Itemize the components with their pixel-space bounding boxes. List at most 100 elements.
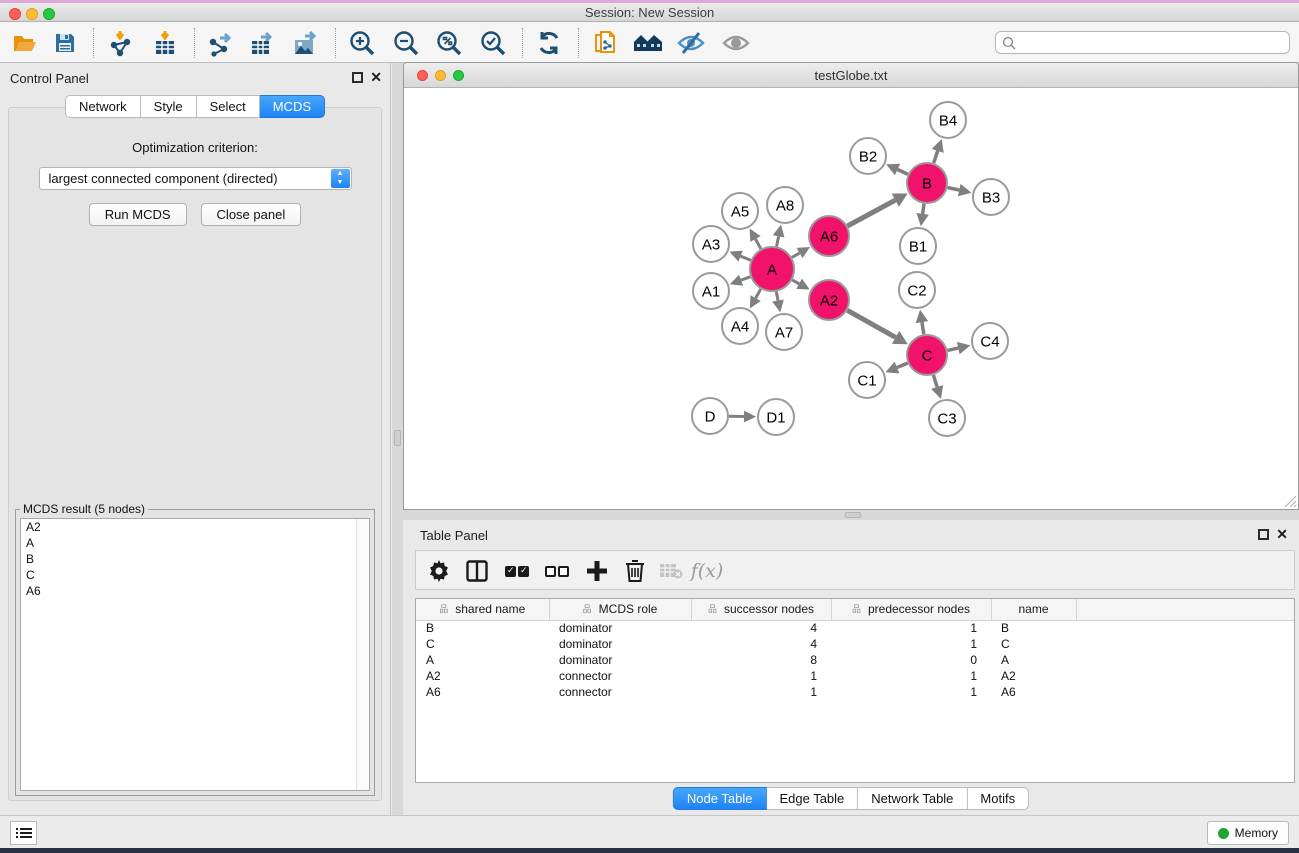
table-cell[interactable]: B (416, 620, 549, 636)
home-views-icon[interactable] (633, 28, 663, 58)
close-window-button[interactable] (9, 8, 21, 20)
table-cell[interactable]: connector (549, 668, 691, 684)
table-cell[interactable]: dominator (549, 636, 691, 652)
memory-button[interactable]: Memory (1207, 821, 1289, 845)
edge-A-A4[interactable] (756, 289, 761, 298)
save-session-icon[interactable] (50, 28, 80, 58)
delete-column-icon[interactable] (620, 556, 650, 586)
task-history-button[interactable] (10, 821, 37, 845)
refresh-layout-icon[interactable] (534, 28, 564, 58)
table-tab-node-table[interactable]: Node Table (673, 787, 767, 810)
import-table-icon[interactable] (150, 28, 180, 58)
zoom-window-button[interactable] (43, 8, 55, 20)
mcds-result-item[interactable]: A6 (21, 583, 369, 599)
minimize-view-button[interactable] (435, 70, 446, 81)
mcds-result-item[interactable]: A (21, 535, 369, 551)
zoom-in-icon[interactable] (347, 28, 377, 58)
table-cell[interactable]: 8 (691, 652, 831, 668)
mcds-result-item[interactable]: A2 (21, 519, 369, 535)
zoom-view-button[interactable] (453, 70, 464, 81)
table-cell[interactable]: dominator (549, 652, 691, 668)
edge-B-B4[interactable] (934, 151, 938, 163)
export-image-icon[interactable] (290, 28, 320, 58)
table-row[interactable]: Adominator80A (416, 652, 1294, 668)
close-panel-icon[interactable]: ✕ (370, 69, 382, 86)
table-row[interactable]: Cdominator41C (416, 636, 1294, 652)
edge-A6-B[interactable] (847, 200, 895, 226)
table-cell[interactable]: 1 (831, 668, 991, 684)
table-cell[interactable]: connector (549, 684, 691, 700)
table-row[interactable]: Bdominator41B (416, 620, 1294, 636)
vertical-divider-grip[interactable] (394, 430, 401, 446)
mcds-result-item[interactable]: B (21, 551, 369, 567)
column-header-predecessor-nodes[interactable]: 品predecessor nodes (831, 599, 991, 620)
table-cell[interactable]: C (416, 636, 549, 652)
table-tab-network-table[interactable]: Network Table (858, 787, 967, 810)
table-cell[interactable]: 1 (691, 668, 831, 684)
edge-A2-C[interactable] (847, 310, 895, 337)
table-cell[interactable]: A2 (416, 668, 549, 684)
edge-A-A8[interactable] (777, 236, 779, 246)
table-cell[interactable]: A2 (991, 668, 1076, 684)
edge-C-C4[interactable] (947, 348, 958, 350)
float-table-panel-icon[interactable] (1258, 529, 1269, 540)
table-cell[interactable]: 1 (831, 684, 991, 700)
table-cell[interactable]: 4 (691, 620, 831, 636)
edge-B-B3[interactable] (948, 187, 960, 190)
column-header-shared-name[interactable]: 品shared name (416, 599, 549, 620)
zoom-fit-icon[interactable] (434, 28, 464, 58)
settings-gear-icon[interactable] (424, 556, 454, 586)
float-panel-icon[interactable] (352, 72, 363, 83)
search-input[interactable] (1016, 33, 1289, 52)
hide-panel-eye-icon[interactable] (676, 28, 706, 58)
table-tab-edge-table[interactable]: Edge Table (766, 787, 858, 810)
criterion-select[interactable]: largest connected component (directed) ▲… (39, 167, 352, 190)
export-table-icon[interactable] (247, 28, 277, 58)
mcds-result-item[interactable]: C (21, 567, 369, 583)
table-cell[interactable]: 0 (831, 652, 991, 668)
edge-A-A3[interactable] (741, 256, 751, 260)
horizontal-divider-grip[interactable] (845, 512, 861, 518)
column-header-name[interactable]: name (991, 599, 1076, 620)
table-row[interactable]: A6connector11A6 (416, 684, 1294, 700)
copy-network-icon[interactable] (591, 28, 621, 58)
table-cell[interactable]: 1 (831, 636, 991, 652)
network-window-titlebar[interactable]: testGlobe.txt (404, 63, 1298, 88)
edge-A-A6[interactable] (792, 253, 800, 257)
close-panel-button[interactable]: Close panel (201, 203, 302, 226)
table-row[interactable]: A2connector11A2 (416, 668, 1294, 684)
tab-style[interactable]: Style (141, 95, 197, 118)
edge-C-C2[interactable] (922, 322, 924, 334)
deselect-all-columns-icon[interactable] (542, 556, 572, 586)
close-table-panel-icon[interactable]: ✕ (1276, 526, 1288, 543)
table-cell[interactable]: A6 (416, 684, 549, 700)
mcds-result-list[interactable]: A2ABCA6 (20, 518, 370, 791)
edge-A-A7[interactable] (776, 292, 778, 301)
table-cell[interactable]: dominator (549, 620, 691, 636)
table-cell[interactable]: 4 (691, 636, 831, 652)
zoom-selected-icon[interactable] (478, 28, 508, 58)
edge-A-A2[interactable] (792, 280, 799, 284)
tab-mcds[interactable]: MCDS (260, 95, 325, 118)
tab-select[interactable]: Select (197, 95, 260, 118)
run-mcds-button[interactable]: Run MCDS (89, 203, 187, 226)
add-column-icon[interactable] (582, 556, 612, 586)
table-cell[interactable]: 1 (691, 684, 831, 700)
table-tab-motifs[interactable]: Motifs (967, 787, 1029, 810)
table-cell[interactable]: C (991, 636, 1076, 652)
edge-C-C3[interactable] (933, 375, 937, 387)
close-view-button[interactable] (417, 70, 428, 81)
open-file-icon[interactable] (10, 28, 40, 58)
mcds-list-scrollbar[interactable] (356, 519, 369, 790)
search-box[interactable] (995, 31, 1290, 54)
edge-A-A1[interactable] (741, 277, 750, 280)
network-graph[interactable]: B4B2BB3A5A8A6B1A3AC2A1A2A4A7C4CC1C3DD1 (404, 88, 1298, 510)
column-header-successor-nodes[interactable]: 品successor nodes (691, 599, 831, 620)
function-builder-icon[interactable]: f(x) (692, 556, 722, 586)
zoom-out-icon[interactable] (391, 28, 421, 58)
edge-B-B2[interactable] (898, 170, 908, 175)
tab-network[interactable]: Network (65, 95, 141, 118)
table-cell[interactable]: 1 (831, 620, 991, 636)
delete-table-icon[interactable] (656, 556, 686, 586)
table-cell[interactable]: B (991, 620, 1076, 636)
